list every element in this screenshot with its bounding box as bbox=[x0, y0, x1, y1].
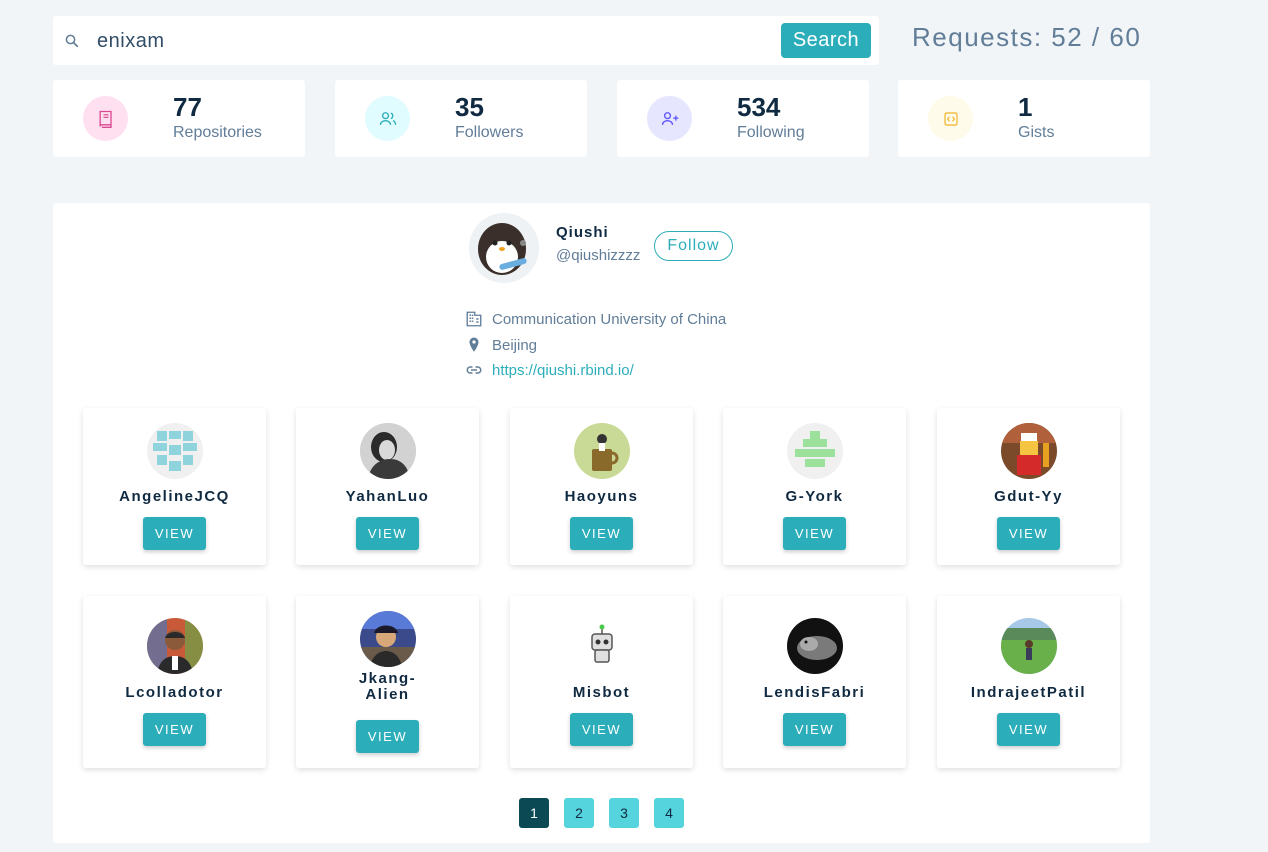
follower-avatar bbox=[787, 423, 843, 479]
follower-name: YahanLuo bbox=[345, 488, 430, 505]
follower-avatar bbox=[787, 618, 843, 674]
link-icon bbox=[466, 366, 482, 374]
company-row: Communication University of China bbox=[465, 310, 726, 328]
follower-card: Haoyuns VIEW bbox=[510, 408, 693, 565]
blog-row: https://qiushi.rbind.io/ bbox=[465, 361, 634, 379]
company-text: Communication University of China bbox=[492, 310, 727, 328]
follower-card: IndrajeetPatil VIEW bbox=[937, 596, 1120, 768]
follower-name: Gdut-Yy bbox=[994, 488, 1063, 505]
location-row: Beijing bbox=[465, 336, 537, 354]
follower-card: Misbot VIEW bbox=[510, 596, 693, 768]
gists-count: 1 bbox=[1018, 92, 1033, 122]
follower-card: AngelineJCQ VIEW bbox=[83, 408, 266, 565]
follower-name: LendisFabri bbox=[763, 684, 866, 701]
follower-name: IndrajeetPatil bbox=[970, 684, 1087, 701]
follower-card: Lcolladotor VIEW bbox=[83, 596, 266, 768]
view-button[interactable]: VIEW bbox=[783, 517, 846, 550]
follower-avatar bbox=[147, 423, 203, 479]
follower-card: LendisFabri VIEW bbox=[723, 596, 906, 768]
location-pin-icon bbox=[469, 337, 479, 352]
followers-label: Followers bbox=[455, 124, 524, 141]
follow-button[interactable]: Follow bbox=[654, 231, 733, 261]
search-bar: Search bbox=[53, 16, 879, 65]
follower-name: AngelineJCQ bbox=[119, 488, 230, 505]
follower-card: G-York VIEW bbox=[723, 408, 906, 565]
view-button[interactable]: VIEW bbox=[143, 517, 206, 550]
follower-avatar bbox=[1001, 618, 1057, 674]
page-button-4[interactable]: 4 bbox=[654, 798, 684, 828]
profile-avatar bbox=[469, 213, 539, 283]
followers-count: 35 bbox=[455, 92, 484, 122]
view-button[interactable]: VIEW bbox=[997, 713, 1060, 746]
follower-name: Jkang- Alien bbox=[358, 670, 417, 703]
follower-name: G-York bbox=[785, 488, 844, 505]
page-button-2[interactable]: 2 bbox=[564, 798, 594, 828]
view-button[interactable]: VIEW bbox=[143, 713, 206, 746]
page-button-3[interactable]: 3 bbox=[609, 798, 639, 828]
view-button[interactable]: VIEW bbox=[356, 517, 419, 550]
gists-label: Gists bbox=[1018, 124, 1055, 141]
follower-avatar bbox=[360, 611, 416, 667]
follower-avatar bbox=[147, 618, 203, 674]
location-text: Beijing bbox=[492, 336, 538, 354]
code-icon bbox=[928, 96, 973, 141]
stat-card-gists: 1 Gists bbox=[898, 80, 1150, 157]
follower-name: Haoyuns bbox=[564, 488, 639, 505]
view-button[interactable]: VIEW bbox=[997, 517, 1060, 550]
follower-avatar bbox=[574, 423, 630, 479]
building-icon bbox=[466, 311, 482, 327]
follower-avatar bbox=[574, 618, 630, 674]
search-button[interactable]: Search bbox=[781, 23, 871, 58]
follower-card: YahanLuo VIEW bbox=[296, 408, 479, 565]
search-icon bbox=[65, 34, 79, 48]
stat-card-repositories: 77 Repositories bbox=[53, 80, 305, 157]
book-icon bbox=[83, 96, 128, 141]
following-label: Following bbox=[737, 124, 805, 141]
stat-card-followers: 35 Followers bbox=[335, 80, 587, 157]
search-input[interactable] bbox=[97, 26, 757, 56]
view-button[interactable]: VIEW bbox=[356, 720, 419, 753]
follower-name: Lcolladotor bbox=[125, 684, 224, 701]
page-button-1[interactable]: 1 bbox=[519, 798, 549, 828]
repositories-label: Repositories bbox=[173, 124, 262, 141]
follower-card: Jkang- Alien VIEW bbox=[296, 596, 479, 768]
follower-card: Gdut-Yy VIEW bbox=[937, 408, 1120, 565]
main-panel: Qiushi @qiushizzzz Follow Communication … bbox=[53, 203, 1150, 843]
following-count: 534 bbox=[737, 92, 781, 122]
follower-name: Misbot bbox=[572, 684, 631, 701]
view-button[interactable]: VIEW bbox=[570, 713, 633, 746]
profile-name: Qiushi bbox=[556, 224, 609, 241]
requests-counter: Requests: 52 / 60 bbox=[912, 22, 1142, 52]
profile-login: @qiushizzzz bbox=[556, 247, 641, 264]
follower-avatar bbox=[360, 423, 416, 479]
view-button[interactable]: VIEW bbox=[570, 517, 633, 550]
repositories-count: 77 bbox=[173, 92, 202, 122]
user-plus-icon bbox=[647, 96, 692, 141]
blog-link[interactable]: https://qiushi.rbind.io/ bbox=[492, 362, 634, 379]
view-button[interactable]: VIEW bbox=[783, 713, 846, 746]
users-icon bbox=[365, 96, 410, 141]
follower-avatar bbox=[1001, 423, 1057, 479]
stat-card-following: 534 Following bbox=[617, 80, 869, 157]
